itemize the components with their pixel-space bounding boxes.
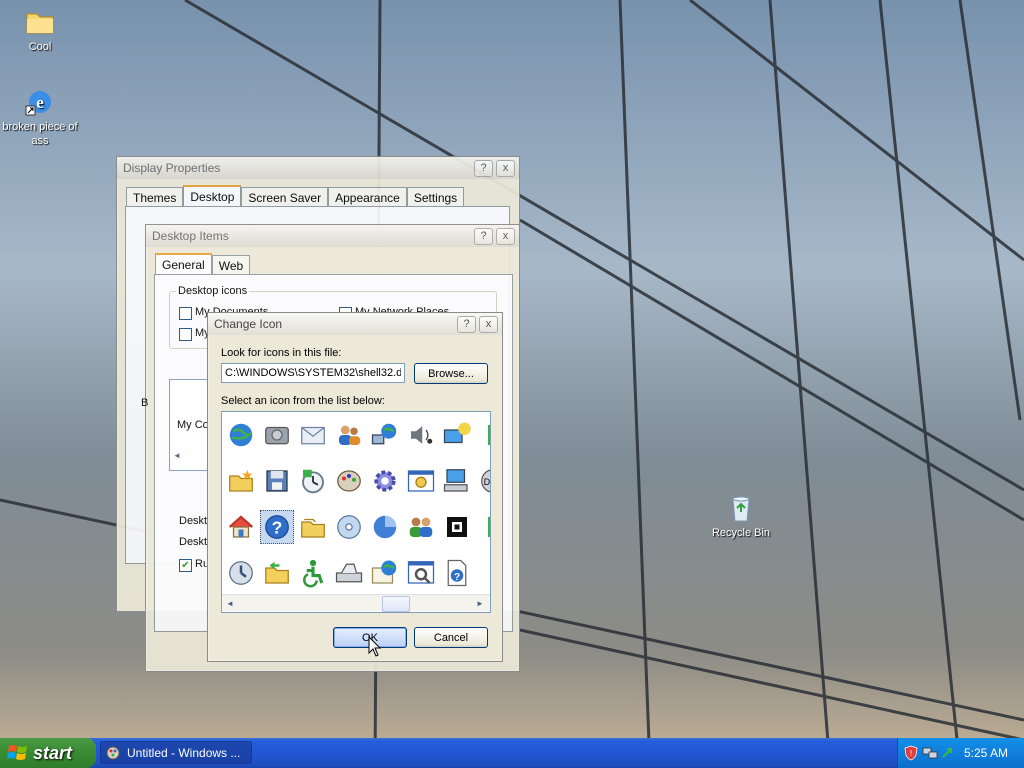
window-title: Display Properties (123, 161, 221, 175)
network-globe-icon[interactable] (368, 418, 402, 452)
help-button[interactable]: ? (474, 159, 493, 177)
change-icon-titlebar[interactable]: Change Icon ? x (208, 313, 502, 335)
desktop-icon-recycle-bin[interactable]: Recycle Bin (701, 492, 781, 540)
speaker-icon[interactable] (404, 418, 438, 452)
browse-button[interactable]: Browse... (414, 363, 488, 384)
window-clock-icon[interactable] (404, 464, 438, 498)
folder-icon (24, 6, 56, 38)
select-icon-label: Select an icon from the list below: (221, 395, 385, 407)
svg-text:e: e (36, 93, 44, 112)
my-documents-checkbox[interactable] (179, 307, 192, 320)
desktop-icon-cool[interactable]: Cool (0, 6, 80, 54)
desktop-icon-label: broken piece of ass (2, 121, 78, 147)
file-label: Look for icons in this file: (221, 347, 342, 359)
folder-star-icon[interactable] (224, 464, 258, 498)
clock[interactable]: 5:25 AM (964, 746, 1008, 760)
floppy-icon[interactable] (260, 464, 294, 498)
start-label: start (33, 742, 73, 763)
taskbar-item-label: Untitled - Windows ... (127, 745, 241, 760)
taskbar: start Untitled - Windows ... ! 5:25 AM (0, 738, 1024, 768)
cancel-button[interactable]: Cancel (414, 627, 488, 648)
my-checkbox[interactable] (179, 328, 192, 341)
green-plus-icon[interactable] (476, 510, 490, 544)
section-b-label: B (141, 397, 149, 409)
search-window-icon[interactable] (404, 556, 438, 590)
desktop-icon-label: Recycle Bin (711, 527, 771, 539)
taskbar-item-untitled[interactable]: Untitled - Windows ... (100, 741, 252, 764)
recycle-bin-icon (725, 492, 757, 524)
help-icon[interactable]: ? (260, 510, 294, 544)
dvd-icon[interactable]: DVD (476, 464, 491, 498)
network-icon[interactable] (922, 745, 938, 761)
window-title: Change Icon (214, 317, 283, 331)
house-icon[interactable] (224, 510, 258, 544)
icon-grid: DVD?? (222, 412, 490, 594)
scroll-left-arrow[interactable]: ◄ (173, 451, 181, 460)
close-button[interactable]: x (496, 227, 515, 245)
run-cleanup-checkbox[interactable]: ✔ (179, 559, 192, 572)
my-computer-partial-label: My Co (177, 419, 209, 431)
security-shield-icon[interactable]: ! (904, 745, 918, 761)
help-button[interactable]: ? (457, 315, 476, 333)
mail-icon[interactable] (296, 418, 330, 452)
svg-text:!: ! (910, 749, 912, 758)
edge-icon[interactable] (476, 556, 490, 590)
group-label: Desktop icons (176, 285, 250, 297)
tab-appearance[interactable]: Appearance (328, 187, 407, 208)
tab-settings[interactable]: Settings (406, 187, 465, 208)
safely-remove-icon[interactable] (940, 745, 954, 761)
gear-icon[interactable] (368, 464, 402, 498)
disk-clock-icon[interactable] (224, 556, 258, 590)
scroll-left-arrow[interactable]: ◄ (222, 595, 238, 611)
display-properties-titlebar[interactable]: Display Properties ? x (117, 157, 519, 179)
change-icon-dialog[interactable]: Change Icon ? x Look for icons in this f… (207, 312, 503, 662)
window-globe-icon[interactable] (368, 556, 402, 590)
globe-icon[interactable] (224, 418, 258, 452)
folders-icon[interactable] (296, 510, 330, 544)
help-doc-icon[interactable]: ? (440, 556, 474, 590)
mouse-cursor-icon (368, 636, 382, 657)
icon-list[interactable]: DVD?? ◄ ► (221, 411, 491, 613)
windows-logo-icon (7, 745, 27, 760)
palette-icon[interactable] (332, 464, 366, 498)
scroll-right-arrow[interactable]: ► (472, 595, 488, 611)
horizontal-scrollbar[interactable]: ◄ ► (222, 594, 490, 612)
cd-icon[interactable] (332, 510, 366, 544)
start-button[interactable]: start (0, 738, 96, 768)
tab-web[interactable]: Web (211, 255, 251, 276)
scroll-thumb[interactable] (382, 596, 410, 612)
pie-icon[interactable] (368, 510, 402, 544)
desktop-icon-label: Cool (28, 41, 52, 53)
tab-screen-saver[interactable]: Screen Saver (241, 187, 329, 208)
desktop-icon-ie-shortcut[interactable]: e broken piece of ass (0, 86, 80, 148)
paint-icon (106, 746, 120, 759)
tab-themes[interactable]: Themes (126, 187, 184, 208)
svg-text:?: ? (454, 572, 460, 583)
black-square-icon[interactable] (440, 510, 474, 544)
monitor-help-icon[interactable] (440, 418, 474, 452)
accessibility-icon[interactable] (296, 556, 330, 590)
svg-text:?: ? (272, 517, 283, 537)
desktop-items-titlebar[interactable]: Desktop Items ? x (146, 225, 519, 247)
window-title: Desktop Items (152, 229, 229, 243)
drive-icon[interactable] (260, 418, 294, 452)
internet-explorer-shortcut-icon: e (24, 86, 56, 118)
folder-arrow-icon[interactable] (260, 556, 294, 590)
green-edge-icon[interactable] (476, 418, 490, 452)
close-button[interactable]: x (479, 315, 498, 333)
help-button[interactable]: ? (474, 227, 493, 245)
people-icon[interactable] (404, 510, 438, 544)
system-tray: ! 5:25 AM (897, 738, 1024, 768)
icon-file-input[interactable] (221, 363, 405, 383)
svg-text:DVD: DVD (484, 477, 491, 487)
clock-green-icon[interactable] (296, 464, 330, 498)
keyboard-monitor-icon[interactable] (440, 464, 474, 498)
scanner-icon[interactable] (332, 556, 366, 590)
close-button[interactable]: x (496, 159, 515, 177)
users-icon[interactable] (332, 418, 366, 452)
